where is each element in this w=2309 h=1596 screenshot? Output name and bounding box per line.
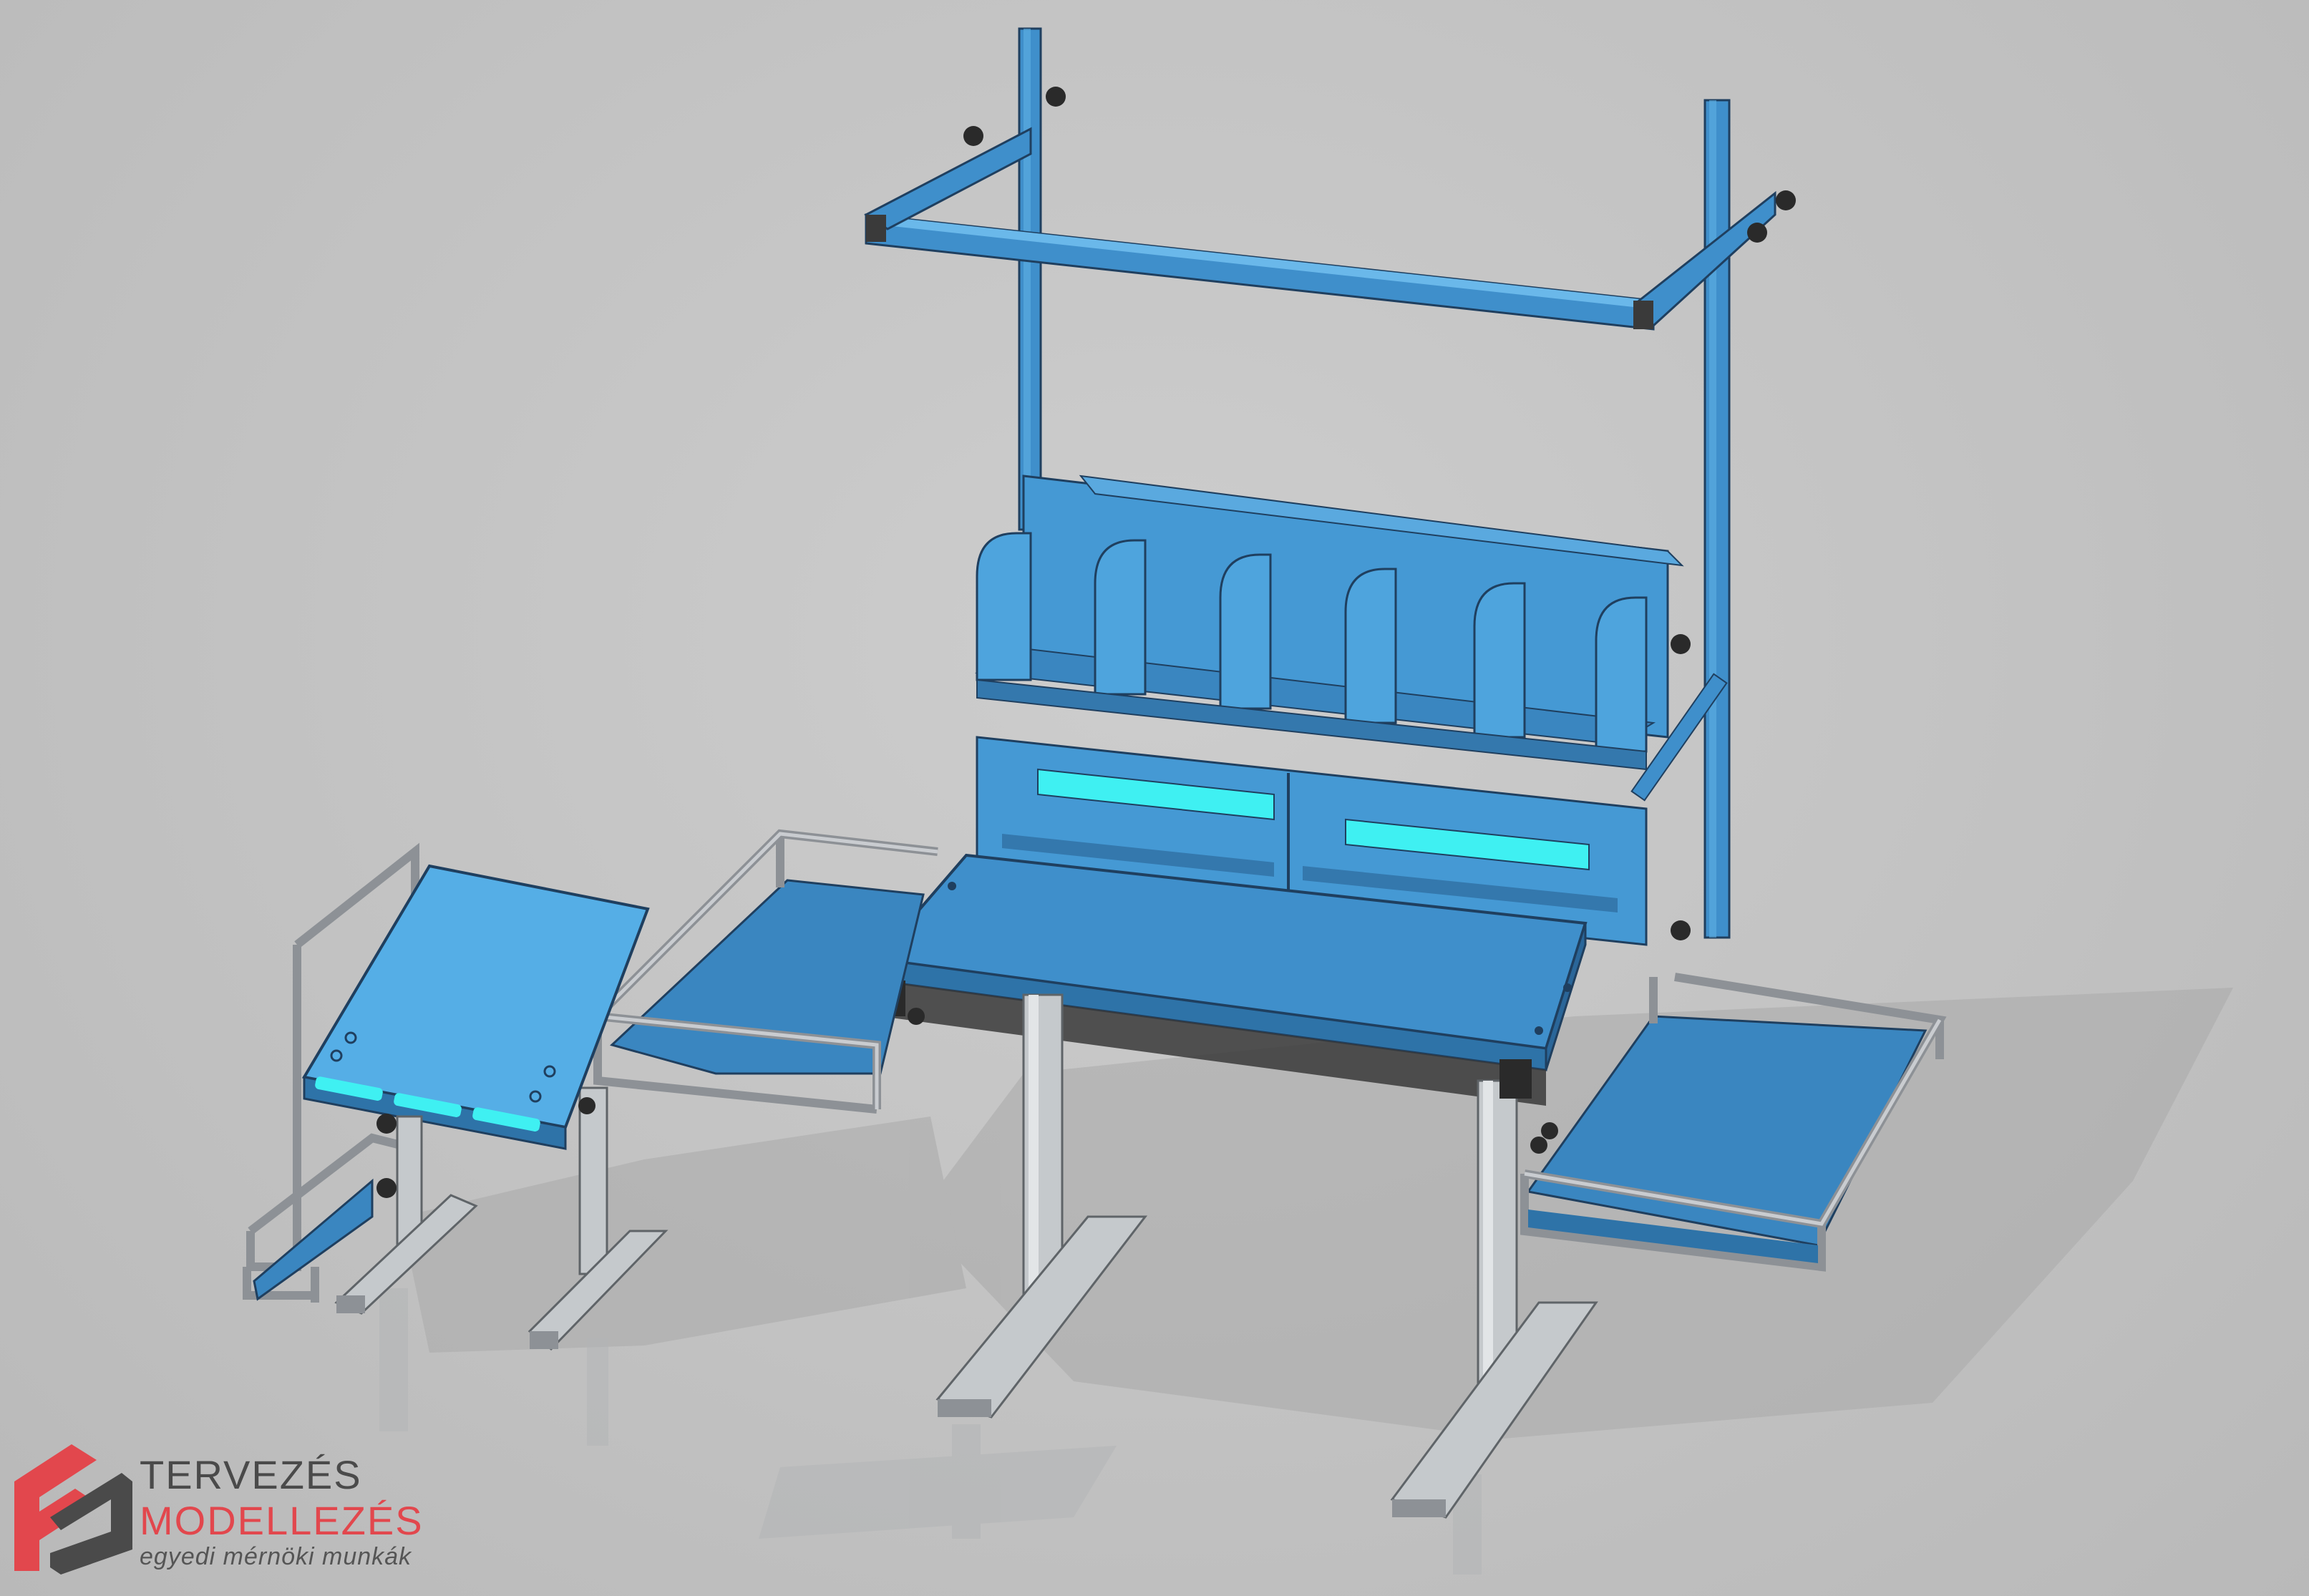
height-knob[interactable] bbox=[376, 1178, 397, 1198]
fm-monogram-icon bbox=[14, 1444, 132, 1575]
clamp-knob bbox=[1046, 87, 1066, 107]
brand-name-line2: MODELLEZÉS bbox=[140, 1498, 424, 1543]
workbench-3d-render bbox=[243, 27, 2233, 1575]
brand-tagline: egyedi mérnöki munkák bbox=[140, 1543, 412, 1570]
left-tray-post bbox=[578, 1086, 608, 1275]
gantry-right-post bbox=[1703, 99, 1731, 939]
gantry-left-arm bbox=[864, 127, 1032, 230]
clamp-knob bbox=[1671, 920, 1691, 940]
height-knob[interactable] bbox=[376, 1114, 397, 1134]
clamp-knob bbox=[1671, 634, 1691, 654]
brand-name-line1: TERVEZÉS bbox=[140, 1452, 362, 1497]
cad-render-viewport: TERVEZÉS MODELLEZÉS egyedi mérnöki munká… bbox=[0, 0, 2309, 1596]
clamp-knob bbox=[1747, 223, 1767, 243]
clamp-knob bbox=[1776, 190, 1796, 210]
clamp-knob bbox=[963, 126, 983, 146]
